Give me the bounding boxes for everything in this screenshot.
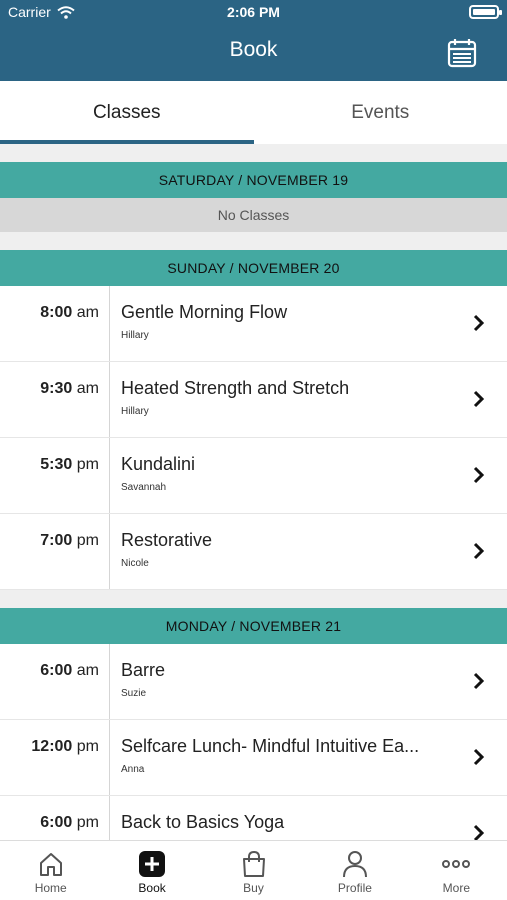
class-name: Restorative bbox=[121, 530, 213, 550]
class-time: 12:00 pm bbox=[0, 720, 110, 795]
class-time: 6:00 am bbox=[0, 644, 110, 719]
class-info: Restorative Nicole bbox=[110, 514, 507, 589]
class-time-value: 9:30 bbox=[40, 380, 73, 397]
tabbar-label-buy: Buy bbox=[243, 881, 264, 895]
class-name: Gentle Morning Flow bbox=[121, 302, 288, 322]
class-instructor: Hillary bbox=[121, 406, 149, 417]
class-row[interactable]: 8:00 am Gentle Morning Flow Hillary bbox=[0, 286, 507, 362]
class-time-ampm: pm bbox=[76, 814, 99, 831]
tabbar-item-book[interactable]: Book bbox=[101, 841, 202, 900]
class-instructor: Suzie bbox=[121, 688, 147, 699]
class-name: Heated Strength and Stretch bbox=[121, 378, 350, 398]
class-time-ampm: pm bbox=[76, 532, 99, 549]
tabbar-label-home: Home bbox=[34, 881, 67, 895]
class-instructor: Anna bbox=[121, 764, 145, 775]
day-header-monday: MONDAY / NOVEMBER 21 bbox=[0, 608, 507, 644]
class-name: Barre bbox=[121, 660, 166, 680]
class-time-value: 12:00 bbox=[31, 738, 73, 755]
bottom-tab-bar: Home Book Buy Profile More bbox=[0, 840, 507, 900]
home-icon bbox=[39, 853, 62, 876]
schedule-list[interactable]: SATURDAY / NOVEMBER 19 No Classes SUNDAY… bbox=[0, 144, 507, 840]
class-instructor: Savannah bbox=[121, 482, 167, 493]
class-time-value: 8:00 bbox=[40, 304, 73, 321]
status-time: 2:06 PM bbox=[227, 4, 280, 20]
class-time-value: 7:00 bbox=[40, 532, 73, 549]
chevron-right-icon bbox=[473, 542, 485, 560]
calendar-button[interactable] bbox=[445, 36, 479, 70]
class-name: Kundalini bbox=[121, 454, 196, 474]
tabbar-label-book: Book bbox=[138, 881, 166, 895]
page-title: Book bbox=[229, 38, 278, 61]
app-screen: Carrier 2:06 PM Book Classes Events SATU… bbox=[0, 0, 507, 900]
tabbar-item-profile[interactable]: Profile bbox=[304, 841, 405, 900]
class-time: 9:30 am bbox=[0, 362, 110, 437]
class-time-value: 6:00 bbox=[40, 662, 73, 679]
class-name: Selfcare Lunch- Mindful Intuitive Ea... bbox=[121, 736, 420, 756]
class-row[interactable]: 6:00 pm Back to Basics Yoga bbox=[0, 796, 507, 840]
class-info: Kundalini Savannah bbox=[110, 438, 507, 513]
class-time-ampm: pm bbox=[76, 738, 99, 755]
person-icon bbox=[342, 851, 367, 878]
tabbar-label-more: More bbox=[442, 881, 470, 895]
chevron-right-icon bbox=[473, 672, 485, 690]
class-info: Gentle Morning Flow Hillary bbox=[110, 286, 507, 361]
class-info: Back to Basics Yoga bbox=[110, 796, 507, 840]
section-spacer bbox=[0, 144, 507, 162]
class-time-ampm: am bbox=[76, 304, 99, 321]
chevron-right-icon bbox=[473, 824, 485, 840]
chevron-right-icon bbox=[473, 466, 485, 484]
battery-icon bbox=[469, 5, 502, 19]
class-name: Back to Basics Yoga bbox=[121, 812, 285, 832]
class-time-ampm: pm bbox=[76, 456, 99, 473]
class-row[interactable]: 12:00 pm Selfcare Lunch- Mindful Intuiti… bbox=[0, 720, 507, 796]
class-time-value: 6:00 bbox=[40, 814, 73, 831]
tab-events[interactable]: Events bbox=[254, 81, 507, 144]
section-spacer bbox=[0, 590, 507, 608]
tabbar-item-home[interactable]: Home bbox=[0, 841, 101, 900]
tabbar-item-buy[interactable]: Buy bbox=[203, 841, 304, 900]
tab-classes[interactable]: Classes bbox=[0, 81, 254, 144]
chevron-right-icon bbox=[473, 314, 485, 332]
class-instructor: Hillary bbox=[121, 330, 149, 341]
class-time: 5:30 pm bbox=[0, 438, 110, 513]
chevron-right-icon bbox=[473, 390, 485, 408]
top-bar: Carrier 2:06 PM Book bbox=[0, 0, 507, 81]
class-row[interactable]: 9:30 am Heated Strength and Stretch Hill… bbox=[0, 362, 507, 438]
more-dots-icon bbox=[442, 860, 471, 868]
calendar-icon bbox=[447, 39, 477, 68]
class-time-ampm: am bbox=[76, 662, 99, 679]
class-time-ampm: am bbox=[76, 380, 99, 397]
class-time: 7:00 pm bbox=[0, 514, 110, 589]
status-bar: Carrier 2:06 PM bbox=[0, 0, 507, 24]
class-time: 8:00 am bbox=[0, 286, 110, 361]
section-spacer bbox=[0, 232, 507, 250]
class-time-value: 5:30 bbox=[40, 456, 73, 473]
class-info: Barre Suzie bbox=[110, 644, 507, 719]
class-row[interactable]: 5:30 pm Kundalini Savannah bbox=[0, 438, 507, 514]
chevron-right-icon bbox=[473, 748, 485, 766]
class-time: 6:00 pm bbox=[0, 796, 110, 840]
day-header-saturday: SATURDAY / NOVEMBER 19 bbox=[0, 162, 507, 198]
segment-tabs: Classes Events bbox=[0, 81, 507, 144]
class-row[interactable]: 6:00 am Barre Suzie bbox=[0, 644, 507, 720]
class-instructor: Nicole bbox=[121, 558, 149, 569]
class-info: Selfcare Lunch- Mindful Intuitive Ea... … bbox=[110, 720, 507, 795]
class-row[interactable]: 7:00 pm Restorative Nicole bbox=[0, 514, 507, 590]
tabbar-label-profile: Profile bbox=[337, 881, 372, 895]
tabbar-item-more[interactable]: More bbox=[406, 841, 507, 900]
class-info: Heated Strength and Stretch Hillary bbox=[110, 362, 507, 437]
day-header-sunday: SUNDAY / NOVEMBER 20 bbox=[0, 250, 507, 286]
shopping-bag-icon bbox=[242, 850, 265, 877]
plus-square-icon bbox=[139, 851, 166, 877]
no-classes-message: No Classes bbox=[0, 198, 507, 232]
